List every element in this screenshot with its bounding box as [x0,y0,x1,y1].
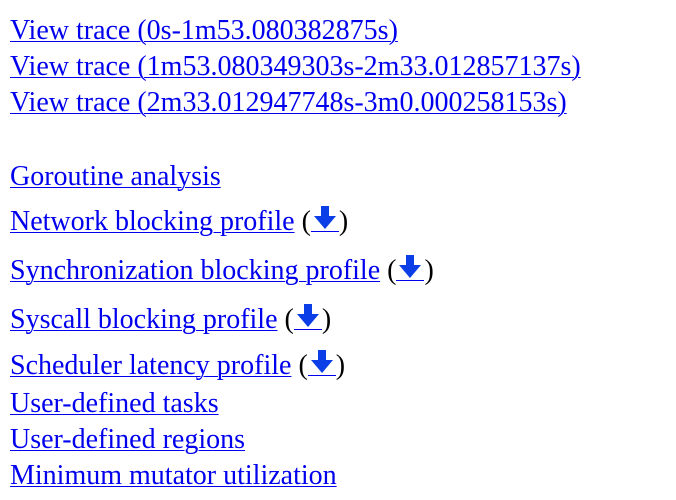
sync-download-link[interactable] [396,252,425,281]
network-download-link[interactable] [310,203,339,232]
view-trace-link-1[interactable]: View trace (0s-1m53.080382875s) [10,15,398,46]
download-arrow-icon [313,206,336,229]
minimum-mutator-utilization-link[interactable]: Minimum mutator utilization [10,460,337,491]
analysis-row: Goroutine analysis [10,157,676,197]
user-defined-regions-link[interactable]: User-defined regions [10,424,245,455]
paren-close: ) [338,206,349,237]
trace-row: View trace (1m53.080349303s-2m33.0128571… [10,49,676,85]
view-trace-link-2[interactable]: View trace (1m53.080349303s-2m33.0128571… [10,51,581,82]
analysis-row: Syscall blocking profile () [10,295,676,344]
paren-open: ( [284,304,294,335]
trace-index-page: View trace (0s-1m53.080382875s) View tra… [0,0,676,494]
analysis-row: Scheduler latency profile () [10,344,676,386]
paren-close: ) [321,304,332,335]
paren-close: ) [335,350,346,381]
user-defined-tasks-link[interactable]: User-defined tasks [10,388,219,419]
syscall-blocking-profile-link[interactable]: Syscall blocking profile [10,304,278,335]
analysis-row: Minimum mutator utilization [10,458,676,494]
paren-close: ) [424,255,434,286]
analysis-row: User-defined regions [10,422,676,458]
goroutine-analysis-link[interactable]: Goroutine analysis [10,161,221,192]
paren-open: ( [298,350,308,381]
sync-blocking-profile-link[interactable]: Synchronization blocking profile [10,255,380,286]
paren-open: ( [387,255,397,286]
network-blocking-profile-link[interactable]: Network blocking profile [10,206,295,237]
download-arrow-icon [399,255,422,278]
trace-row: View trace (2m33.012947748s-3m0.00025815… [10,85,676,121]
download-arrow-icon [296,304,319,327]
paren-open: ( [301,206,311,237]
analysis-row: User-defined tasks [10,386,676,422]
scheduler-download-link[interactable] [307,347,336,376]
syscall-download-link[interactable] [293,301,322,330]
scheduler-latency-profile-link[interactable]: Scheduler latency profile [10,350,291,381]
view-trace-link-3[interactable]: View trace (2m33.012947748s-3m0.00025815… [10,87,567,118]
download-arrow-icon [310,350,333,373]
analysis-row: Network blocking profile () [10,197,676,246]
trace-row: View trace (0s-1m53.080382875s) [10,13,676,49]
analysis-row: Synchronization blocking profile () [10,246,676,295]
